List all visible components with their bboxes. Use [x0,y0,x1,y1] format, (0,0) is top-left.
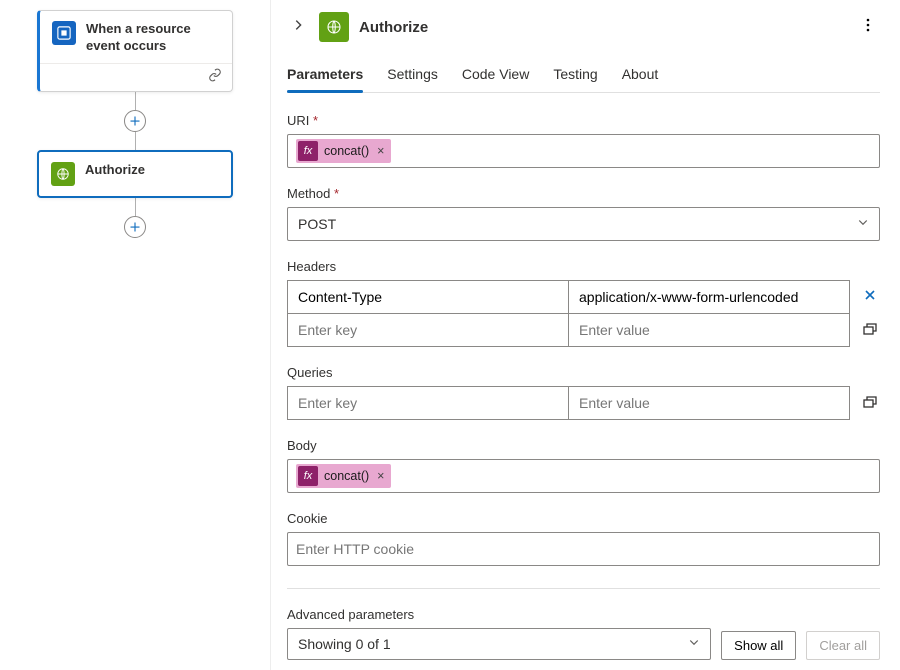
tab-about[interactable]: About [622,62,659,92]
action-panel: Authorize Parameters Settings Code View … [270,0,900,670]
required-asterisk: * [334,186,339,201]
more-menu-icon[interactable] [856,13,880,42]
add-step-button[interactable] [124,110,146,132]
required-asterisk: * [313,113,318,128]
advanced-label: Advanced parameters [287,607,880,622]
header-value-input[interactable] [569,281,849,313]
fx-icon: fx [298,466,318,486]
queries-label: Queries [287,365,880,380]
switch-mode-icon[interactable] [860,391,880,416]
http-icon [51,162,75,186]
queries-row-new [288,387,849,419]
remove-chip-icon[interactable]: × [375,144,389,158]
headers-table [287,280,850,347]
header-key-input[interactable] [288,281,568,313]
add-step-button-end[interactable] [124,216,146,238]
query-key-input[interactable] [288,387,568,419]
headers-label: Headers [287,259,880,274]
remove-chip-icon[interactable]: × [375,469,389,483]
action-node-authorize[interactable]: Authorize [37,150,233,198]
method-label: Method [287,186,330,201]
clear-all-button: Clear all [806,631,880,660]
remove-header-icon[interactable] [860,285,880,310]
advanced-select-text: Showing 0 of 1 [298,636,391,652]
connector [24,92,246,150]
query-value-input[interactable] [569,387,849,419]
connector-end [24,198,246,238]
tab-testing[interactable]: Testing [553,62,597,92]
link-icon [208,68,222,87]
panel-tabs: Parameters Settings Code View Testing Ab… [287,62,880,93]
chevron-down-icon [857,215,869,231]
body-expression-chip[interactable]: fx concat() × [296,464,391,488]
uri-label: URI [287,113,309,128]
show-all-button[interactable]: Show all [721,631,796,660]
advanced-select[interactable]: Showing 0 of 1 [287,628,711,660]
uri-expression-text: concat() [324,144,369,158]
panel-title: Authorize [359,19,846,36]
tab-parameters[interactable]: Parameters [287,62,363,92]
action-title: Authorize [85,162,145,179]
cookie-input[interactable] [296,537,871,561]
cookie-label: Cookie [287,511,880,526]
body-input[interactable]: fx concat() × [287,459,880,493]
fx-icon: fx [298,141,318,161]
headers-row-new [288,313,849,346]
tab-code-view[interactable]: Code View [462,62,529,92]
switch-mode-icon[interactable] [860,318,880,343]
body-expression-text: concat() [324,469,369,483]
trigger-title: When a resource event occurs [86,21,220,55]
headers-row [288,281,849,313]
divider [287,588,880,589]
header-key-input[interactable] [288,314,568,346]
body-label: Body [287,438,880,453]
cookie-input-wrap [287,532,880,566]
trigger-node[interactable]: When a resource event occurs [37,10,233,92]
collapse-panel-chevron-icon[interactable] [287,16,309,39]
uri-input[interactable]: fx concat() × [287,134,880,168]
uri-expression-chip[interactable]: fx concat() × [296,139,391,163]
header-value-input[interactable] [569,314,849,346]
tab-settings[interactable]: Settings [387,62,438,92]
http-icon [319,12,349,42]
chevron-down-icon [688,635,700,651]
event-grid-icon [52,21,76,45]
method-select[interactable]: POST [287,207,880,241]
queries-table [287,386,850,420]
workflow-canvas: When a resource event occurs Authorize [0,0,270,670]
method-value: POST [298,216,336,232]
